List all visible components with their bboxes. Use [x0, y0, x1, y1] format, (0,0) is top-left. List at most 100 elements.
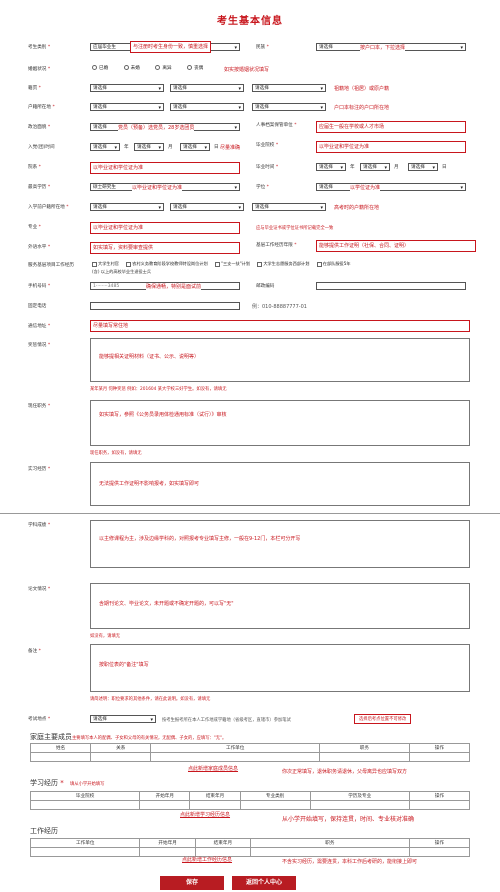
col-start: 开始年月	[139, 838, 196, 848]
textarea-jcqk[interactable]: 能够提相关证明材料（证书、公示、说明等）	[90, 338, 470, 382]
select-jg-province[interactable]: 请选择	[90, 84, 164, 92]
label-month-2: 月	[394, 165, 399, 170]
label-lwqk: 论文情况 *	[28, 587, 51, 592]
hint-ztbx: 现任职务，如没有，请填无	[90, 451, 142, 456]
label-xkjs: 学科成绩 *	[28, 523, 51, 528]
label-gddh: 固定电话	[28, 304, 47, 309]
input-yzbm[interactable]	[316, 282, 466, 290]
label-zgxl: 最高学历 *	[28, 185, 51, 190]
label-zy: 专业 *	[28, 225, 41, 230]
label-ztbx: 现任职务 *	[28, 404, 51, 409]
save-button[interactable]: 保存	[160, 876, 224, 890]
label-fwjc: 服务基层项目工作经历	[28, 263, 74, 268]
note-ztbx: 如实填写，参照《公务员录用体检通用标准（试行）》审核	[99, 412, 227, 418]
textarea-xkjs[interactable]: 以主修课程为主，涉及边缘学科的，对照报考专业填写主修，一般在9-12门，本栏可分…	[90, 520, 470, 568]
select-hj-city[interactable]: 请选择	[170, 103, 244, 111]
note-mz: 按户口本，下拉选择	[360, 44, 406, 51]
hint-zy: 应与毕业证书或学位证书所记载完全一致	[256, 226, 334, 231]
select-bysj-year[interactable]: 请选择	[316, 163, 346, 171]
hint-lwqk: 如没有，请填无	[90, 634, 121, 639]
work-note: 不含实习经历，需要连贯，本科工作后考研的，能衔接上即可	[282, 859, 418, 865]
add-family-link[interactable]: 点此新增家庭成员信息	[188, 765, 238, 772]
checkbox-tegang[interactable]	[126, 261, 132, 267]
label-jcgzjl: 基层工作经历年限 *	[256, 243, 297, 248]
note-hyzk: 如实按婚姻状况填写	[224, 67, 270, 73]
study-title: 学习经历 *	[30, 779, 64, 787]
note-ksdd: 选择后考点位置不可修改	[354, 714, 412, 724]
input-gddh[interactable]	[90, 302, 240, 310]
back-to-center-button[interactable]: 返回个人中心	[232, 876, 296, 890]
note-xkjs: 以主修课程为主，涉及边缘学科的，对照报考专业填写主修，一般在9-12门，本栏可分…	[99, 536, 301, 542]
label-hyzk: 婚姻状况 *	[28, 67, 51, 72]
hint-bz: 请简述明：职位要求的其他条件，请在此说明。如没有，请填无	[90, 697, 211, 702]
textarea-sxjl[interactable]: 无法提供工作证明不影响报考，如实填写即可	[90, 462, 470, 506]
label-ksdd: 考试地点 *	[28, 717, 51, 722]
textarea-ztbx[interactable]: 如实填写，参照《公务员录用体检通用标准（试行）》审核	[90, 400, 470, 446]
page-title: 考生基本信息	[217, 16, 283, 27]
col-position: 职务	[250, 838, 410, 848]
label-year: 年	[124, 145, 129, 150]
textarea-bz[interactable]: 按职位表的"备注"填写	[90, 644, 470, 692]
select-rxq-province[interactable]: 请选择	[90, 203, 164, 211]
radio-divorced[interactable]	[155, 65, 161, 70]
note-jcqk: 能够提相关证明材料（证书、公示、说明等）	[99, 354, 200, 360]
note-rxqhj: 高考时的户籍所在地	[334, 205, 380, 211]
select-rdsj-day[interactable]: 请选择	[180, 143, 210, 151]
note-lwqk: 含期刊论文、毕业论文，未开题或不确定开题的，可以写"无"	[99, 601, 234, 607]
checkbox-cunguan[interactable]	[92, 261, 97, 267]
select-hj-province[interactable]: 请选择	[90, 103, 164, 111]
label-day: 日	[214, 145, 219, 150]
col-end: 结束年月	[194, 838, 252, 848]
label-day-2: 日	[442, 165, 447, 170]
select-rxq-city[interactable]: 请选择	[170, 203, 244, 211]
note-jg: 祖籍地（祖居）或原户籍	[334, 86, 390, 92]
label-byyx: 毕业院校 *	[256, 143, 279, 148]
col-position: 职务	[318, 743, 410, 753]
select-rxq-county[interactable]: 请选择	[252, 203, 326, 211]
label-jcqk: 奖惩情况 *	[28, 343, 51, 348]
note-byyx: 以毕业证和学位证为准	[316, 141, 466, 153]
radio-married[interactable]	[92, 65, 97, 70]
col-major-type: 专业类别	[239, 791, 311, 801]
checkbox-xibu[interactable]	[257, 261, 263, 267]
col-start: 开始年月	[139, 791, 191, 801]
input-txdz[interactable]: 尽量填写常住地	[90, 320, 470, 332]
select-hj-county[interactable]: 请选择	[252, 103, 326, 111]
family-title: 家庭主要成员	[30, 733, 72, 741]
label-sx: 院系 *	[28, 165, 41, 170]
divider	[0, 513, 500, 514]
note-sx: 以毕业证和学位证为准	[90, 162, 240, 174]
select-jg-city[interactable]: 请选择	[170, 84, 244, 92]
label-wysp: 外语水平 *	[28, 245, 51, 250]
checkbox-sanzhiyifu[interactable]	[215, 261, 221, 267]
select-ksdd[interactable]: 请选择	[90, 715, 156, 723]
work-title: 工作经历	[30, 827, 58, 835]
select-jg-county[interactable]: 请选择	[252, 84, 326, 92]
col-action: 操作	[408, 743, 471, 753]
note-jcgzjl: 能够提供工作证明（社保、合同、证明）	[316, 240, 476, 252]
select-bysj-month[interactable]: 请选择	[360, 163, 390, 171]
label-sxjl: 实习经历 *	[28, 467, 51, 472]
study-note: 从小学开始填写，保持连贯，时间、专业核对准确	[282, 816, 415, 823]
select-bysj-day[interactable]: 请选择	[408, 163, 438, 171]
select-rdsj-month[interactable]: 请选择	[134, 143, 164, 151]
radio-unmarried[interactable]	[123, 65, 129, 70]
textarea-lwqk[interactable]: 含期刊论文、毕业论文，未开题或不确定开题的，可以写"无"	[90, 583, 470, 629]
label-bz: 备注 *	[28, 649, 41, 654]
checkbox-budui[interactable]	[316, 261, 322, 267]
add-study-link[interactable]: 点此新增学习经历信息	[180, 811, 230, 818]
add-work-link[interactable]: 点此新增工作经历信息	[182, 856, 232, 863]
radio-widowed[interactable]	[187, 65, 193, 70]
col-name: 姓名	[29, 743, 92, 753]
label-zzmm: 政治面貌 *	[28, 125, 51, 130]
family-hint: 主要填写本人的配偶、子女和父母的有关情况，无配偶、子女的，应填写："无"。	[72, 736, 227, 741]
label-hjszd: 户籍所在地 *	[28, 105, 55, 110]
select-rdsj-year[interactable]: 请选择	[90, 143, 120, 151]
note-xw: 以学位证为准	[350, 184, 381, 191]
col-relation: 关系	[90, 743, 152, 753]
label-mz: 民族 *	[256, 45, 269, 50]
col-school: 毕业院校	[29, 791, 141, 801]
note-hjszd: 户口本标注的户口所在地	[334, 105, 390, 111]
select-xw[interactable]: 请选择	[316, 183, 466, 191]
note-zy: 以毕业证和学位证为准	[90, 222, 240, 234]
